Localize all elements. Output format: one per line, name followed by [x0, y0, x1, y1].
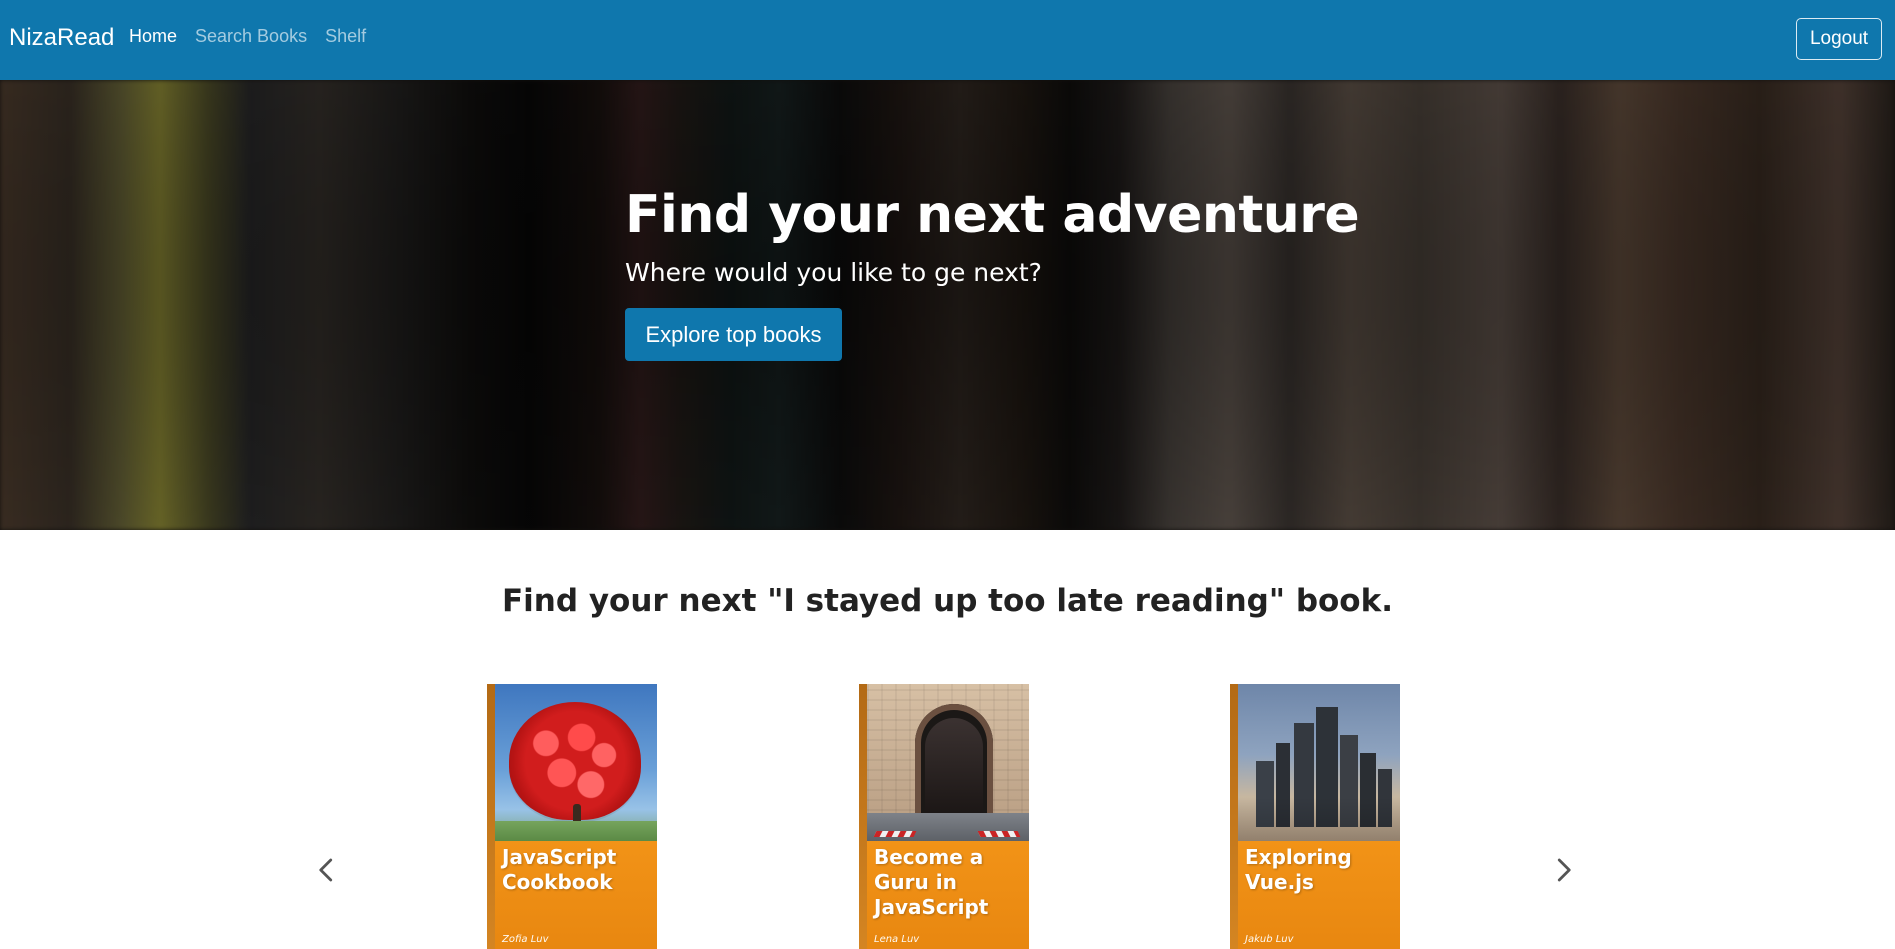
- book-title: Become a Guru in JavaScript: [874, 845, 989, 919]
- top-navbar: NizaRead Home Search Books Shelf Logout: [0, 0, 1895, 80]
- book-spine: [859, 684, 867, 949]
- book-author: Jakub Luv: [1245, 934, 1294, 945]
- book-card[interactable]: Become a Guru in JavaScript Lena Luv: [859, 684, 1029, 949]
- city-skyline-art: [1238, 684, 1400, 841]
- book-title: Exploring Vue.js: [1245, 845, 1352, 894]
- logout-button[interactable]: Logout: [1796, 18, 1882, 60]
- book-spine: [1230, 684, 1238, 949]
- book-card[interactable]: Exploring Vue.js Jakub Luv: [1230, 684, 1400, 949]
- explore-top-books-button[interactable]: Explore top books: [625, 308, 842, 362]
- hero-title: Find your next adventure: [625, 185, 1360, 245]
- stone-archway-art: [867, 684, 1029, 841]
- red-tree-art: [495, 684, 657, 841]
- hero-content: Find your next adventure Where would you…: [625, 185, 1360, 362]
- hero-banner: Find your next adventure Where would you…: [0, 80, 1895, 530]
- book-card[interactable]: JavaScript Cookbook Zofia Luv: [487, 684, 657, 949]
- primary-nav: Home Search Books Shelf: [129, 26, 366, 47]
- curb-stripes-right: [977, 831, 1021, 837]
- nav-search-books[interactable]: Search Books: [195, 26, 307, 47]
- nav-home[interactable]: Home: [129, 26, 177, 47]
- book-cover: Exploring Vue.js Jakub Luv: [1238, 684, 1400, 949]
- nav-shelf[interactable]: Shelf: [325, 26, 366, 47]
- carousel-prev-button[interactable]: [312, 855, 342, 885]
- chevron-left-icon: [319, 858, 333, 882]
- book-cover: Become a Guru in JavaScript Lena Luv: [867, 684, 1029, 949]
- haze: [1238, 797, 1400, 841]
- hero-subtitle: Where would you like to ge next?: [625, 257, 1042, 287]
- book-spine: [487, 684, 495, 949]
- carousel-next-button[interactable]: [1548, 855, 1578, 885]
- tree-canopy: [509, 702, 641, 820]
- curb-stripes-left: [873, 831, 917, 837]
- brand-logo[interactable]: NizaRead: [9, 24, 114, 52]
- section-title: Find your next "I stayed up too late rea…: [501, 583, 1393, 619]
- chevron-right-icon: [1557, 858, 1571, 882]
- doorway: [925, 718, 983, 819]
- book-author: Zofia Luv: [502, 934, 549, 945]
- book-cover: JavaScript Cookbook Zofia Luv: [495, 684, 657, 949]
- book-title: JavaScript Cookbook: [502, 845, 617, 894]
- book-author: Lena Luv: [874, 934, 920, 945]
- grass: [495, 821, 657, 841]
